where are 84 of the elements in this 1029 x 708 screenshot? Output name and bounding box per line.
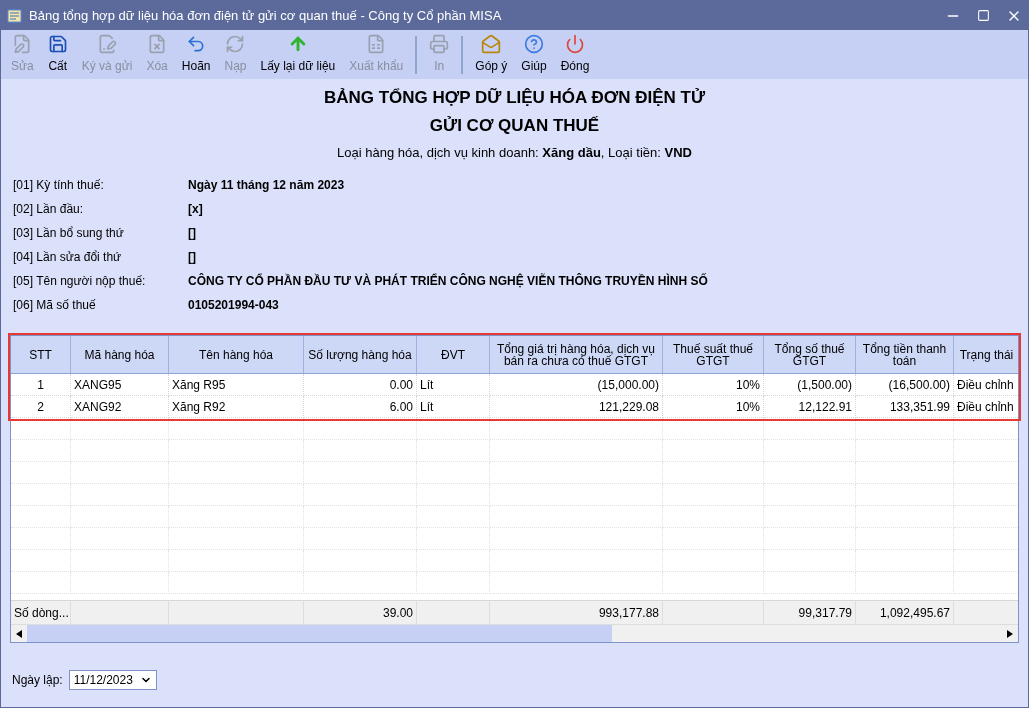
table-cell: 12,122.91: [764, 396, 856, 418]
printer-icon: [429, 34, 450, 54]
empty-cell: [11, 440, 71, 462]
summary-cell: 1,092,495.67: [856, 600, 954, 624]
table-cell: 0.00: [304, 374, 417, 396]
field-label: [01] Kỳ tính thuế:: [13, 177, 105, 194]
table-cell: 2: [11, 396, 71, 418]
column-header[interactable]: Trạng thái: [954, 336, 1018, 374]
empty-cell: [11, 506, 71, 528]
field-value: []: [188, 250, 196, 264]
column-header[interactable]: Tổng giá trị hàng hóa, dịch vụ bán ra chưa có thuế GTGT: [490, 336, 663, 374]
report-subtitle: Loại hàng hóa, dịch vụ kinh doanh: Xăng dầu, Loại tiền: VND: [336, 144, 693, 162]
maximize-icon[interactable]: [977, 9, 990, 22]
table-cell: XANG95: [71, 374, 169, 396]
empty-cell: [11, 572, 71, 594]
table-cell: (1,500.00): [764, 374, 856, 396]
column-header[interactable]: Mã hàng hóa: [71, 336, 169, 374]
column-header[interactable]: Số lượng hàng hóa: [304, 336, 417, 374]
report-title: BẢNG TỔNG HỢP DỮ LIỆU HÓA ĐƠN ĐIỆN TỬ: [322, 87, 707, 109]
column-header[interactable]: Tên hàng hóa: [169, 336, 304, 374]
table-cell: Xăng R95: [169, 374, 304, 396]
save-icon: [47, 34, 68, 54]
delete-document-icon: [147, 34, 168, 54]
table-cell: (16,500.00): [856, 374, 954, 396]
field-label: [02] Lần đầu:: [13, 201, 85, 218]
table-cell: 133,351.99: [856, 396, 954, 418]
summary-cell: 39.00: [304, 600, 417, 624]
refresh-icon: [225, 34, 246, 54]
column-header[interactable]: Tổng số thuế GTGT: [764, 336, 856, 374]
empty-cell: [11, 550, 71, 572]
field-label: [03] Lần bổ sung thứ: [13, 225, 125, 242]
window-title: Bảng tổng hợp dữ liệu hóa đơn điện tử gửi cơ quan thuế - Công ty Cổ phần MISA: [29, 8, 503, 23]
table-cell: Điều chỉnh: [954, 374, 1018, 396]
toolbar-button[interactable]: Giúp: [515, 33, 553, 74]
spreadsheet-icon: [366, 34, 387, 54]
field-value: [x]: [188, 202, 203, 216]
field-label: [04] Lần sửa đổi thứ: [13, 249, 123, 266]
signed-document-icon: [97, 34, 118, 54]
empty-cell: [11, 418, 71, 440]
field-value: Ngày 11 tháng 12 năm 2023: [188, 178, 345, 192]
pencil-document-icon: [12, 34, 33, 54]
table-cell: Lít: [417, 374, 490, 396]
summary-cell: [954, 600, 1018, 624]
toolbar-button[interactable]: Đóng: [554, 33, 596, 74]
toolbar-button[interactable]: Cất: [41, 33, 74, 74]
field-value: 0105201994-043: [188, 298, 279, 312]
table-cell: 10%: [663, 396, 764, 418]
column-header[interactable]: STT: [11, 336, 71, 374]
power-icon: [565, 34, 585, 54]
app-icon: [7, 7, 23, 24]
help-icon: [524, 34, 544, 54]
table-cell: 1: [11, 374, 71, 396]
empty-cell: [11, 528, 71, 550]
table-cell: Lít: [417, 396, 490, 418]
date-picker[interactable]: 11/12/2023: [68, 670, 157, 690]
field-value: CÔNG TY CỔ PHẦN ĐẦU TƯ VÀ PHÁT TRIỂN CÔNG NGHỆ VIỄN THÔNG TRUYỀN HÌNH SỐ: [188, 274, 708, 288]
toolbar-button[interactable]: Góp ý: [469, 33, 514, 74]
scrollbar-thumb[interactable]: [27, 625, 612, 642]
table-cell: XANG92: [71, 396, 169, 418]
column-header[interactable]: ĐVT: [417, 336, 490, 374]
table-cell: (15,000.00): [490, 374, 663, 396]
toolbar-button[interactable]: Lấy lại dữ liệu: [254, 33, 342, 74]
table-cell: 6.00: [304, 396, 417, 418]
scroll-right-icon[interactable]: [1007, 629, 1013, 638]
scroll-left-icon[interactable]: [16, 629, 22, 638]
field-label: [06] Mã số thuế: [13, 297, 97, 314]
horizontal-scrollbar[interactable]: [11, 624, 1018, 642]
column-header[interactable]: Tổng tiền thanh toán: [856, 336, 954, 374]
empty-cell: [11, 462, 71, 484]
summary-cell: 993,177.88: [490, 600, 663, 624]
envelope-icon: [481, 34, 502, 54]
table-cell: Điều chỉnh: [954, 396, 1018, 418]
field-value: []: [188, 226, 196, 240]
date-label: Ngày lập:: [12, 673, 63, 687]
table-cell: 121,229.08: [490, 396, 663, 418]
report-title: GỬI CƠ QUAN THUẾ: [428, 115, 601, 137]
table-cell: 10%: [663, 374, 764, 396]
summary-cell: 99,317.79: [764, 600, 856, 624]
summary-cell: Số dòng...: [11, 600, 71, 624]
empty-cell: [11, 484, 71, 506]
field-label: [05] Tên người nộp thuế:: [13, 273, 147, 290]
table-cell: Xăng R92: [169, 396, 304, 418]
toolbar-button[interactable]: Hoãn: [175, 33, 217, 74]
column-header[interactable]: Thuế suất thuế GTGT: [663, 336, 764, 374]
